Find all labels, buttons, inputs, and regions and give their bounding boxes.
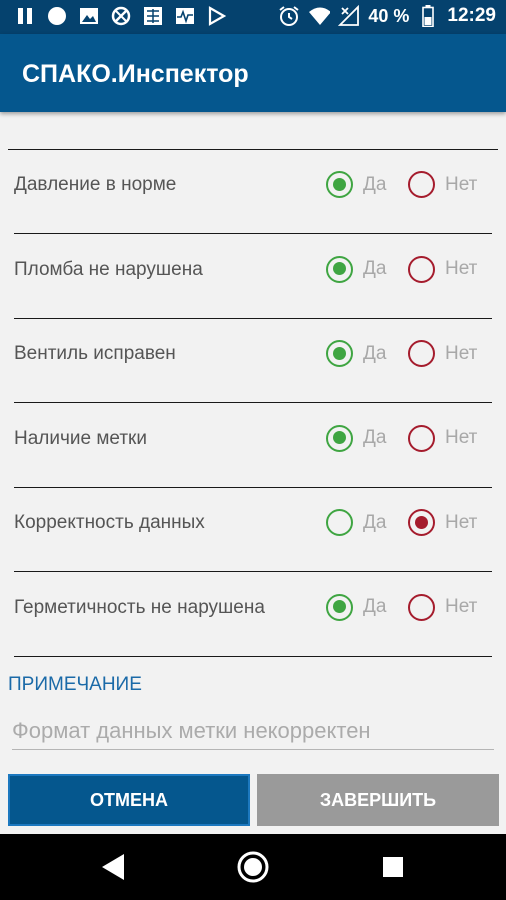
checklist-item-label: Пломба не нарушена <box>14 258 203 280</box>
radio-no-label: Нет <box>445 342 478 364</box>
radio-yes-option[interactable]: Да <box>326 593 387 621</box>
checklist-item-label: Корректность данных <box>14 512 205 533</box>
app-bar: СПАКО.Инспектор <box>0 34 506 112</box>
system-icons: 40 % 12:29 <box>278 5 496 27</box>
radio-yes-option[interactable]: Да <box>326 171 386 198</box>
radio-no-label: Нет <box>445 173 478 195</box>
home-icon[interactable] <box>236 850 270 884</box>
checklist-row: Вентиль исправен Да Нет <box>14 319 492 403</box>
radio-yes-button[interactable] <box>326 171 353 198</box>
radio-yes-label: Да <box>363 173 387 195</box>
radio-selected-dot <box>332 346 346 360</box>
radio-yes-button[interactable] <box>326 424 353 452</box>
pulse-icon <box>174 5 196 27</box>
radio-no-button[interactable] <box>408 255 435 283</box>
radio-yes-option[interactable]: Да <box>326 340 386 367</box>
radio-no-label: Нет <box>445 596 478 617</box>
image-icon <box>78 5 100 27</box>
radio-no-label: Нет <box>445 511 478 533</box>
circle-icon <box>46 5 68 27</box>
radio-no-button[interactable] <box>408 340 435 367</box>
radio-yes-label: Да <box>363 511 387 533</box>
wifi-icon <box>308 5 331 27</box>
finish-button[interactable]: ЗАВЕРШИТЬ <box>257 774 499 826</box>
radio-selected-dot <box>414 515 428 529</box>
battery-icon <box>417 5 439 27</box>
pause-icon <box>14 5 36 27</box>
checklist-row: Корректность данных Да Нет <box>14 488 492 572</box>
partially-visible-row <box>8 112 498 150</box>
blocked-icon <box>110 5 132 27</box>
radio-no-option[interactable]: Нет <box>408 593 478 621</box>
checklist-row: Давление в норме Да Нет <box>14 150 492 234</box>
radio-selected-dot <box>332 177 346 191</box>
radio-no-button[interactable] <box>408 424 435 452</box>
alarm-icon <box>278 5 300 27</box>
radio-no-option[interactable]: Нет <box>408 255 478 283</box>
signal-icon <box>338 5 360 27</box>
navigation-bar <box>0 834 506 900</box>
checklist-item-label: Герметичность не нарушена <box>14 596 265 618</box>
notification-icons <box>14 5 228 27</box>
radio-no-option[interactable]: Нет <box>408 424 478 452</box>
radio-yes-option[interactable]: Да <box>326 424 387 452</box>
radio-selected-dot <box>332 600 346 613</box>
note-input[interactable] <box>12 712 494 750</box>
radio-yes-button[interactable] <box>326 255 353 283</box>
checklist-item-label: Давление в норме <box>14 174 177 195</box>
cancel-button[interactable]: ОТМЕНА <box>8 774 250 826</box>
radio-yes-button[interactable] <box>326 340 353 367</box>
battery-percent: 40 % <box>368 5 410 26</box>
status-bar: 40 % 12:29 <box>0 0 506 34</box>
radio-yes-label: Да <box>363 342 387 364</box>
play-store-icon <box>206 5 228 27</box>
grid-icon <box>142 5 164 27</box>
recents-icon[interactable] <box>376 850 410 884</box>
radio-no-button[interactable] <box>408 593 435 621</box>
checklist-item-label: Наличие метки <box>14 427 147 449</box>
checklist-row: Наличие метки Да Нет <box>14 404 492 488</box>
clock: 12:29 <box>447 5 496 26</box>
radio-no-button[interactable] <box>408 509 435 536</box>
radio-selected-dot <box>332 431 346 444</box>
checklist-row: Герметичность не нарушена Да Нет <box>14 573 492 657</box>
inspection-form: Давление в норме Да Нет Пломба не нарушена Д… <box>0 112 506 834</box>
radio-selected-dot <box>332 262 346 275</box>
app-title: СПАКО.Инспектор <box>22 60 249 88</box>
radio-yes-label: Да <box>363 427 387 448</box>
back-icon[interactable] <box>96 850 130 884</box>
checklist-item-label: Вентиль исправен <box>14 343 176 364</box>
radio-yes-button[interactable] <box>326 509 353 536</box>
radio-yes-label: Да <box>363 258 387 279</box>
radio-no-label: Нет <box>445 258 478 279</box>
radio-yes-option[interactable]: Да <box>326 509 386 536</box>
radio-yes-label: Да <box>363 596 387 617</box>
radio-no-option[interactable]: Нет <box>408 171 477 198</box>
note-label: ПРИМЕЧАНИЕ <box>8 674 142 695</box>
radio-no-label: Нет <box>445 427 478 448</box>
radio-no-option[interactable]: Нет <box>408 509 477 536</box>
radio-no-button[interactable] <box>408 171 435 198</box>
radio-yes-option[interactable]: Да <box>326 255 387 283</box>
checklist-row: Пломба не нарушена Да Нет <box>14 235 492 319</box>
radio-no-option[interactable]: Нет <box>408 340 477 367</box>
radio-yes-button[interactable] <box>326 593 353 621</box>
